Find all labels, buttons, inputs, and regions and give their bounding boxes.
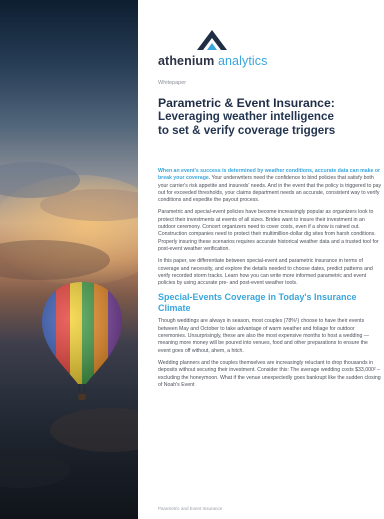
title-line-2: Leveraging weather intelligence [158, 110, 334, 123]
hot-air-balloon-photo [0, 0, 138, 519]
section-paragraph-2: Wedding planners and the couples themsel… [158, 359, 381, 388]
brand-name: athenium analytics [158, 54, 268, 68]
balloon-basket [78, 394, 86, 400]
intro-paragraph: When an event's success is determined by… [158, 168, 382, 204]
title-line-3: to set & verify coverage triggers [158, 124, 336, 137]
balloon-envelope [42, 282, 122, 384]
body-paragraph-2: In this paper, we differentiate between … [158, 258, 373, 287]
section-paragraph-1: Though weddings are always in season, mo… [158, 318, 369, 354]
page-footer: Parametric and Event Insurance [158, 506, 223, 511]
body-paragraph-1: Parametric and special-event policies ha… [158, 209, 379, 252]
athenium-logo-icon [197, 30, 227, 50]
section-heading: Special-Events Coverage in Today's Insur… [158, 292, 357, 313]
athenium-logo: athenium analytics [158, 26, 268, 72]
document-body: When an event's success is determined by… [158, 168, 382, 394]
sunset-balloon-illustration [0, 162, 138, 488]
title-line-1: Parametric & Event Insurance: [158, 96, 335, 110]
document-title: Parametric & Event Insurance: Leveraging… [158, 96, 382, 138]
document-type-label: Whitepaper [158, 80, 187, 86]
